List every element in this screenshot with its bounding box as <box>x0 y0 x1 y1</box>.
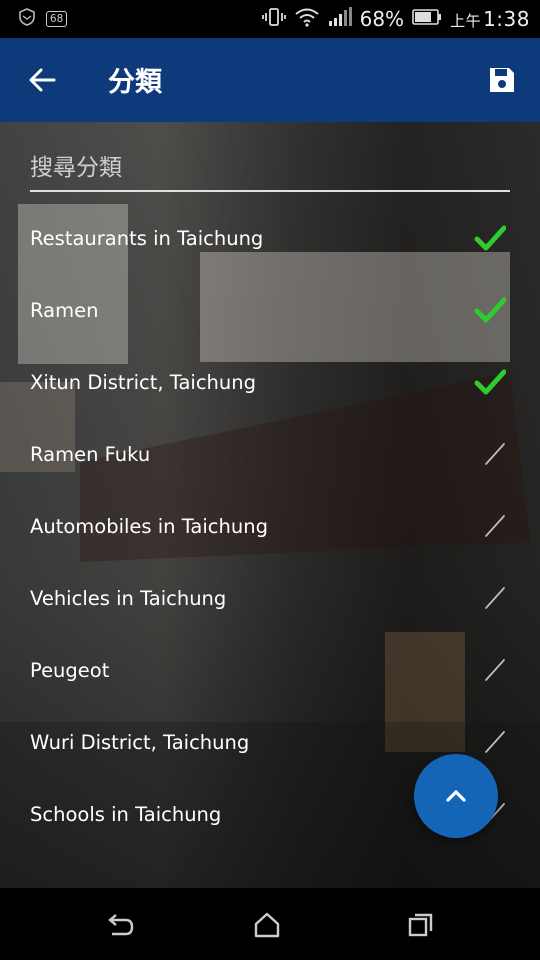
checkmark-unchecked-icon[interactable] <box>474 726 506 758</box>
category-label: Xitun District, Taichung <box>30 370 257 394</box>
status-bar: 68 68% 上午 1:38 <box>0 0 540 38</box>
clock: 上午 1:38 <box>450 7 530 31</box>
category-label: Restaurants in Taichung <box>30 226 264 250</box>
battery-percent: 68% <box>359 7 405 31</box>
save-button[interactable] <box>484 62 520 98</box>
category-label: Wuri District, Taichung <box>30 730 250 754</box>
scroll-up-button[interactable] <box>414 754 498 838</box>
recents-nav-button[interactable] <box>406 910 436 940</box>
search-field[interactable] <box>30 148 510 192</box>
search-input[interactable] <box>30 148 510 188</box>
battery-icon <box>412 8 442 30</box>
category-label: Peugeot <box>30 658 110 682</box>
back-button[interactable] <box>24 62 60 98</box>
wifi-icon <box>294 7 320 31</box>
checkmark-unchecked-icon[interactable] <box>474 654 506 686</box>
category-label: Vehicles in Taichung <box>30 586 227 610</box>
category-item[interactable]: Automobiles in Taichung <box>0 490 540 562</box>
checkmark-unchecked-icon[interactable] <box>474 582 506 614</box>
back-nav-button[interactable] <box>106 910 136 940</box>
category-label: Ramen <box>30 298 99 322</box>
category-item[interactable]: Xitun District, Taichung <box>0 346 540 418</box>
category-label: Ramen Fuku <box>30 442 151 466</box>
app-bar: 分類 <box>0 38 540 122</box>
category-item[interactable]: Vehicles in Taichung <box>0 562 540 634</box>
home-icon <box>254 912 280 938</box>
home-nav-button[interactable] <box>252 910 282 940</box>
navigation-bar <box>0 888 540 960</box>
checkmark-unchecked-icon[interactable] <box>474 510 506 542</box>
checkmark-checked-icon[interactable] <box>474 366 506 398</box>
signal-icon <box>328 7 352 31</box>
checkmark-checked-icon[interactable] <box>474 294 506 326</box>
checkmark-checked-icon[interactable] <box>474 222 506 254</box>
time-prefix: 上午 <box>450 12 482 30</box>
vibrate-icon <box>261 7 286 31</box>
time: 1:38 <box>483 7 530 31</box>
arrow-left-icon <box>29 68 56 92</box>
page-title: 分類 <box>108 67 162 98</box>
back-nav-icon <box>108 914 134 936</box>
category-panel: Restaurants in Taichung Ramen Xitun Distri… <box>0 122 540 888</box>
category-label: Automobiles in Taichung <box>30 514 268 538</box>
recents-icon <box>408 913 433 937</box>
floppy-disk-icon <box>490 68 514 92</box>
category-list: Restaurants in Taichung Ramen Xitun Distri… <box>0 202 540 850</box>
shield-icon <box>18 8 36 30</box>
checkmark-unchecked-icon[interactable] <box>474 438 506 470</box>
category-item[interactable]: Peugeot <box>0 634 540 706</box>
notification-badge: 68 <box>46 11 68 27</box>
category-item[interactable]: Restaurants in Taichung <box>0 202 540 274</box>
category-item[interactable]: Ramen <box>0 274 540 346</box>
category-item[interactable]: Ramen Fuku <box>0 418 540 490</box>
chevron-up-icon <box>446 790 466 802</box>
category-label: Schools in Taichung <box>30 802 222 826</box>
